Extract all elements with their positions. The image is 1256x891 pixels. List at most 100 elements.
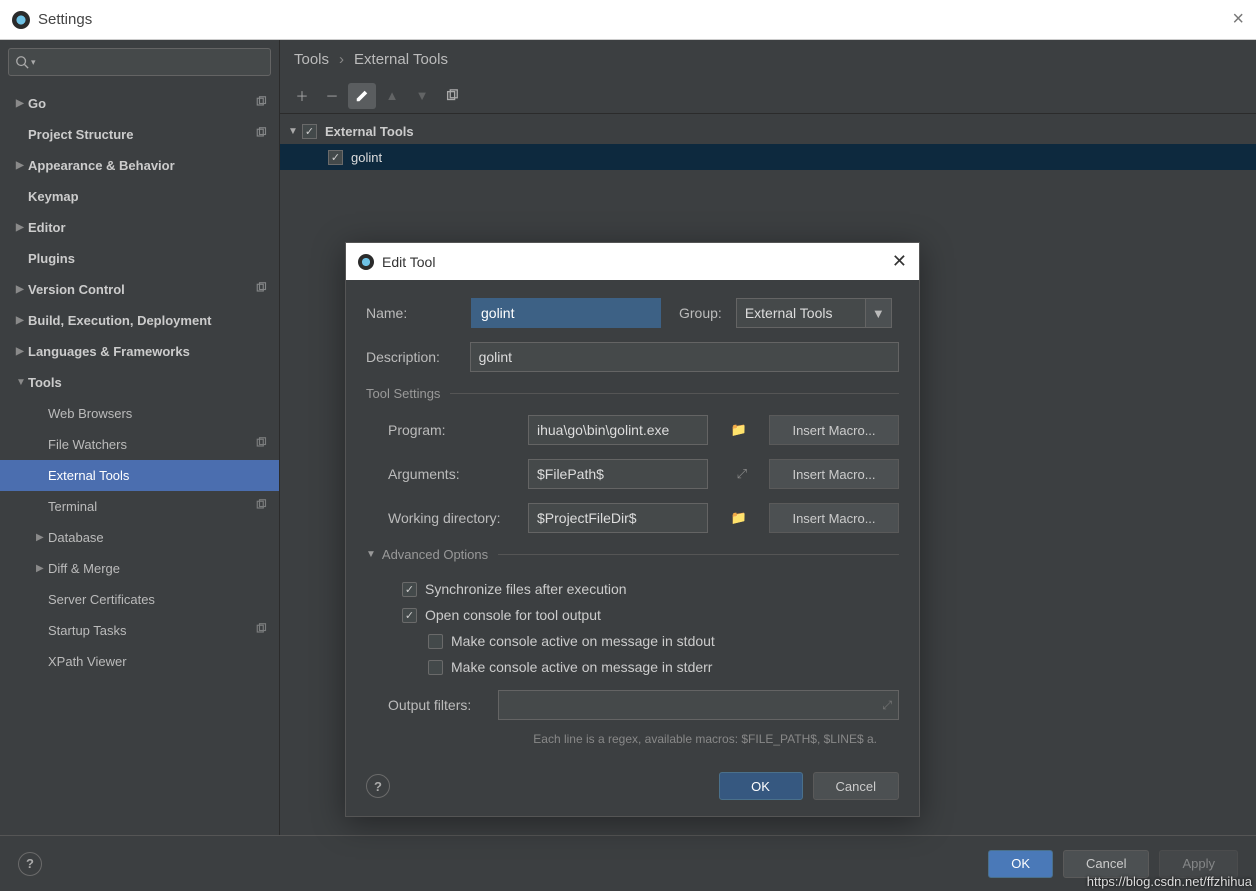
folder-icon[interactable]: 📁 [731, 422, 747, 438]
arrow-icon: ▼ [16, 377, 28, 388]
sidebar-item-keymap[interactable]: Keymap [0, 181, 279, 212]
group-input[interactable] [736, 298, 866, 328]
arrow-icon: ▶ [16, 284, 28, 295]
copy-icon [255, 127, 267, 142]
tree-item-row[interactable]: golint [280, 144, 1256, 170]
titlebar: Settings × [0, 0, 1256, 40]
move-down-button: ▼ [408, 83, 436, 109]
sidebar-item-label: Project Structure [28, 127, 133, 142]
sidebar-item-label: Editor [28, 220, 66, 235]
arguments-input[interactable] [528, 459, 708, 489]
cancel-button[interactable]: Cancel [813, 772, 899, 800]
item-checkbox[interactable] [328, 150, 343, 165]
app-icon [358, 254, 374, 270]
copy-icon [255, 623, 267, 638]
expand-icon: ▼ [288, 126, 302, 137]
search-icon [15, 55, 29, 69]
sidebar-item-external-tools[interactable]: External Tools [0, 460, 279, 491]
output-filters-input[interactable]: ⤢ [498, 690, 899, 720]
breadcrumb: Tools › External Tools [280, 40, 1256, 78]
expand-icon[interactable]: ⤢ [737, 466, 747, 482]
window-title: Settings [38, 11, 92, 28]
sidebar-item-project-structure[interactable]: Project Structure [0, 119, 279, 150]
insert-macro-program[interactable]: Insert Macro... [769, 415, 899, 445]
sidebar-item-xpath-viewer[interactable]: XPath Viewer [0, 646, 279, 677]
breadcrumb-root[interactable]: Tools [294, 51, 329, 68]
close-icon[interactable]: ✕ [892, 251, 907, 272]
sidebar-item-diff-merge[interactable]: ▶Diff & Merge [0, 553, 279, 584]
sidebar-item-label: Languages & Frameworks [28, 344, 190, 359]
tool-settings-header: Tool Settings [366, 386, 899, 401]
app-icon [12, 11, 30, 29]
sidebar-item-languages-frameworks[interactable]: ▶Languages & Frameworks [0, 336, 279, 367]
remove-button[interactable]: － [318, 83, 346, 109]
sidebar-item-editor[interactable]: ▶Editor [0, 212, 279, 243]
help-button[interactable]: ? [366, 774, 390, 798]
group-label: Group: [679, 305, 722, 321]
sidebar-item-label: Version Control [28, 282, 125, 297]
tools-tree: ▼ External Tools golint [280, 114, 1256, 174]
copy-icon [255, 282, 267, 297]
chevron-down-icon[interactable]: ▼ [866, 298, 892, 328]
workdir-label: Working directory: [388, 510, 528, 526]
insert-macro-arguments[interactable]: Insert Macro... [769, 459, 899, 489]
sidebar-item-tools[interactable]: ▼Tools [0, 367, 279, 398]
folder-icon[interactable]: 📁 [731, 510, 747, 526]
copy-icon [255, 437, 267, 452]
copy-icon [255, 499, 267, 514]
sidebar-item-go[interactable]: ▶Go [0, 88, 279, 119]
sidebar-item-label: Web Browsers [48, 406, 132, 421]
sidebar-item-startup-tasks[interactable]: Startup Tasks [0, 615, 279, 646]
sidebar-item-label: External Tools [48, 468, 129, 483]
name-label: Name: [366, 305, 471, 321]
breadcrumb-leaf: External Tools [354, 51, 448, 68]
arrow-icon: ▶ [16, 98, 28, 109]
sidebar-item-label: Plugins [28, 251, 75, 266]
sidebar-item-terminal[interactable]: Terminal [0, 491, 279, 522]
expand-icon[interactable]: ⤢ [882, 698, 892, 713]
sidebar-item-label: Appearance & Behavior [28, 158, 175, 173]
program-input[interactable] [528, 415, 708, 445]
search-input[interactable]: ▾ [8, 48, 271, 76]
ok-button[interactable]: OK [988, 850, 1053, 878]
sidebar-item-build-execution-deployment[interactable]: ▶Build, Execution, Deployment [0, 305, 279, 336]
stderr-checkbox[interactable] [428, 660, 443, 675]
ok-button[interactable]: OK [719, 772, 803, 800]
edit-button[interactable] [348, 83, 376, 109]
name-input[interactable] [471, 298, 661, 328]
group-label: External Tools [325, 124, 414, 139]
copy-icon [255, 96, 267, 111]
console-checkbox[interactable] [402, 608, 417, 623]
advanced-options-header[interactable]: ▼ Advanced Options [366, 547, 899, 562]
arrow-icon: ▶ [16, 160, 28, 171]
sync-label: Synchronize files after execution [425, 581, 627, 597]
sidebar-item-file-watchers[interactable]: File Watchers [0, 429, 279, 460]
sidebar-item-web-browsers[interactable]: Web Browsers [0, 398, 279, 429]
sidebar-item-label: Database [48, 530, 104, 545]
sidebar-item-server-certificates[interactable]: Server Certificates [0, 584, 279, 615]
add-button[interactable]: ＋ [288, 83, 316, 109]
stdout-checkbox[interactable] [428, 634, 443, 649]
close-icon[interactable]: × [1232, 8, 1244, 31]
sidebar-item-label: Terminal [48, 499, 97, 514]
sidebar-item-version-control[interactable]: ▶Version Control [0, 274, 279, 305]
sidebar-item-plugins[interactable]: Plugins [0, 243, 279, 274]
sync-checkbox[interactable] [402, 582, 417, 597]
sidebar-item-label: XPath Viewer [48, 654, 127, 669]
description-input[interactable] [470, 342, 899, 372]
workdir-input[interactable] [528, 503, 708, 533]
group-checkbox[interactable] [302, 124, 317, 139]
dialog-title: Edit Tool [382, 254, 435, 270]
group-combo[interactable]: ▼ [736, 298, 892, 328]
sidebar-item-label: Tools [28, 375, 62, 390]
dialog-footer: ? OK Cancel [346, 756, 919, 816]
sidebar-item-label: Go [28, 96, 46, 111]
copy-button[interactable] [438, 83, 466, 109]
sidebar-item-appearance-behavior[interactable]: ▶Appearance & Behavior [0, 150, 279, 181]
settings-sidebar: ▾ ▶GoProject Structure▶Appearance & Beha… [0, 40, 280, 835]
toolbar: ＋ － ▲ ▼ [280, 78, 1256, 114]
help-button[interactable]: ? [18, 852, 42, 876]
tree-group-row[interactable]: ▼ External Tools [280, 118, 1256, 144]
sidebar-item-database[interactable]: ▶Database [0, 522, 279, 553]
insert-macro-workdir[interactable]: Insert Macro... [769, 503, 899, 533]
